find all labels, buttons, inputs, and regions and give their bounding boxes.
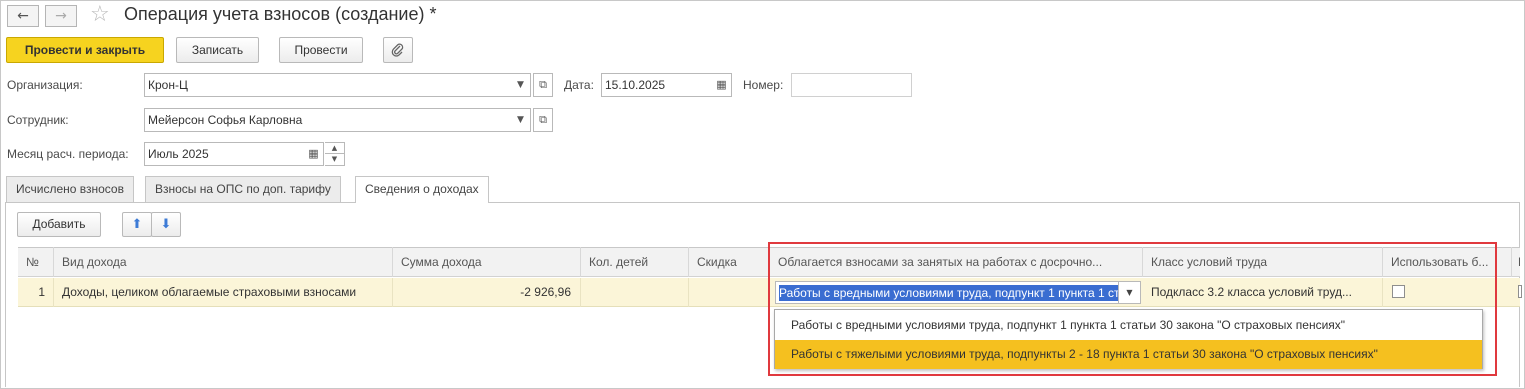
row-children[interactable] [581, 278, 689, 307]
row-discount[interactable] [689, 278, 770, 307]
tab-contributions[interactable]: Исчислено взносов [6, 176, 134, 202]
col-header-extra[interactable]: В [1512, 247, 1520, 277]
annotation-highlight-frame [768, 242, 1497, 376]
date-label: Дата: [564, 78, 594, 92]
arrow-left-icon: ← [17, 8, 29, 24]
open-icon[interactable]: ⧉ [533, 108, 553, 132]
tab-income-info[interactable]: Сведения о доходах [355, 176, 489, 203]
col-header-income-type[interactable]: Вид дохода [54, 247, 393, 277]
date-field[interactable]: 15.10.2025 [601, 73, 713, 97]
open-icon[interactable]: ⧉ [533, 73, 553, 97]
row-extra-checkbox[interactable] [1518, 285, 1522, 298]
back-button[interactable]: ← [7, 5, 39, 27]
post-and-close-button[interactable]: Провести и закрыть [6, 37, 164, 63]
month-field[interactable]: Июль 2025 [144, 142, 305, 166]
row-amount[interactable]: -2 926,96 [393, 278, 581, 307]
spin-up-icon[interactable]: ▲ [325, 142, 345, 154]
attach-button[interactable] [383, 37, 413, 63]
row-num: 1 [18, 278, 54, 307]
page-title: Операция учета взносов (создание) * [124, 4, 437, 24]
organization-field[interactable]: Крон-Ц [144, 73, 512, 97]
number-field[interactable] [791, 73, 912, 97]
arrow-right-icon: → [55, 8, 67, 24]
add-button[interactable]: Добавить [17, 212, 101, 237]
favorite-star-icon[interactable]: ☆ [90, 2, 110, 27]
spin-down-icon[interactable]: ▼ [325, 154, 345, 166]
col-header-children[interactable]: Кол. детей [581, 247, 689, 277]
forward-button[interactable]: → [45, 5, 77, 27]
arrow-down-icon: ⬇ [160, 217, 172, 232]
employee-field[interactable]: Мейерсон Софья Карловна [144, 108, 512, 132]
month-label: Месяц расч. периода: [7, 147, 129, 161]
col-header-amount[interactable]: Сумма дохода [393, 247, 581, 277]
tab-ops-additional[interactable]: Взносы на ОПС по доп. тарифу [145, 176, 341, 202]
calendar-icon[interactable]: ▦ [304, 142, 324, 166]
move-down-button[interactable]: ⬇ [151, 212, 181, 237]
arrow-up-icon: ⬆ [131, 217, 143, 232]
row-income-type[interactable]: Доходы, целиком облагаемые страховыми вз… [54, 278, 393, 307]
col-header-discount[interactable]: Скидка [689, 247, 770, 277]
dropdown-arrow-icon[interactable]: ▼ [511, 73, 531, 97]
col-header-num[interactable]: № [18, 247, 54, 277]
paperclip-icon [391, 43, 404, 57]
post-button[interactable]: Провести [279, 37, 363, 63]
employee-label: Сотрудник: [7, 113, 69, 127]
calendar-icon[interactable]: ▦ [712, 73, 732, 97]
number-label: Номер: [743, 78, 784, 92]
dropdown-arrow-icon[interactable]: ▼ [511, 108, 531, 132]
move-up-button[interactable]: ⬆ [122, 212, 152, 237]
organization-label: Организация: [7, 78, 83, 92]
save-button[interactable]: Записать [176, 37, 259, 63]
